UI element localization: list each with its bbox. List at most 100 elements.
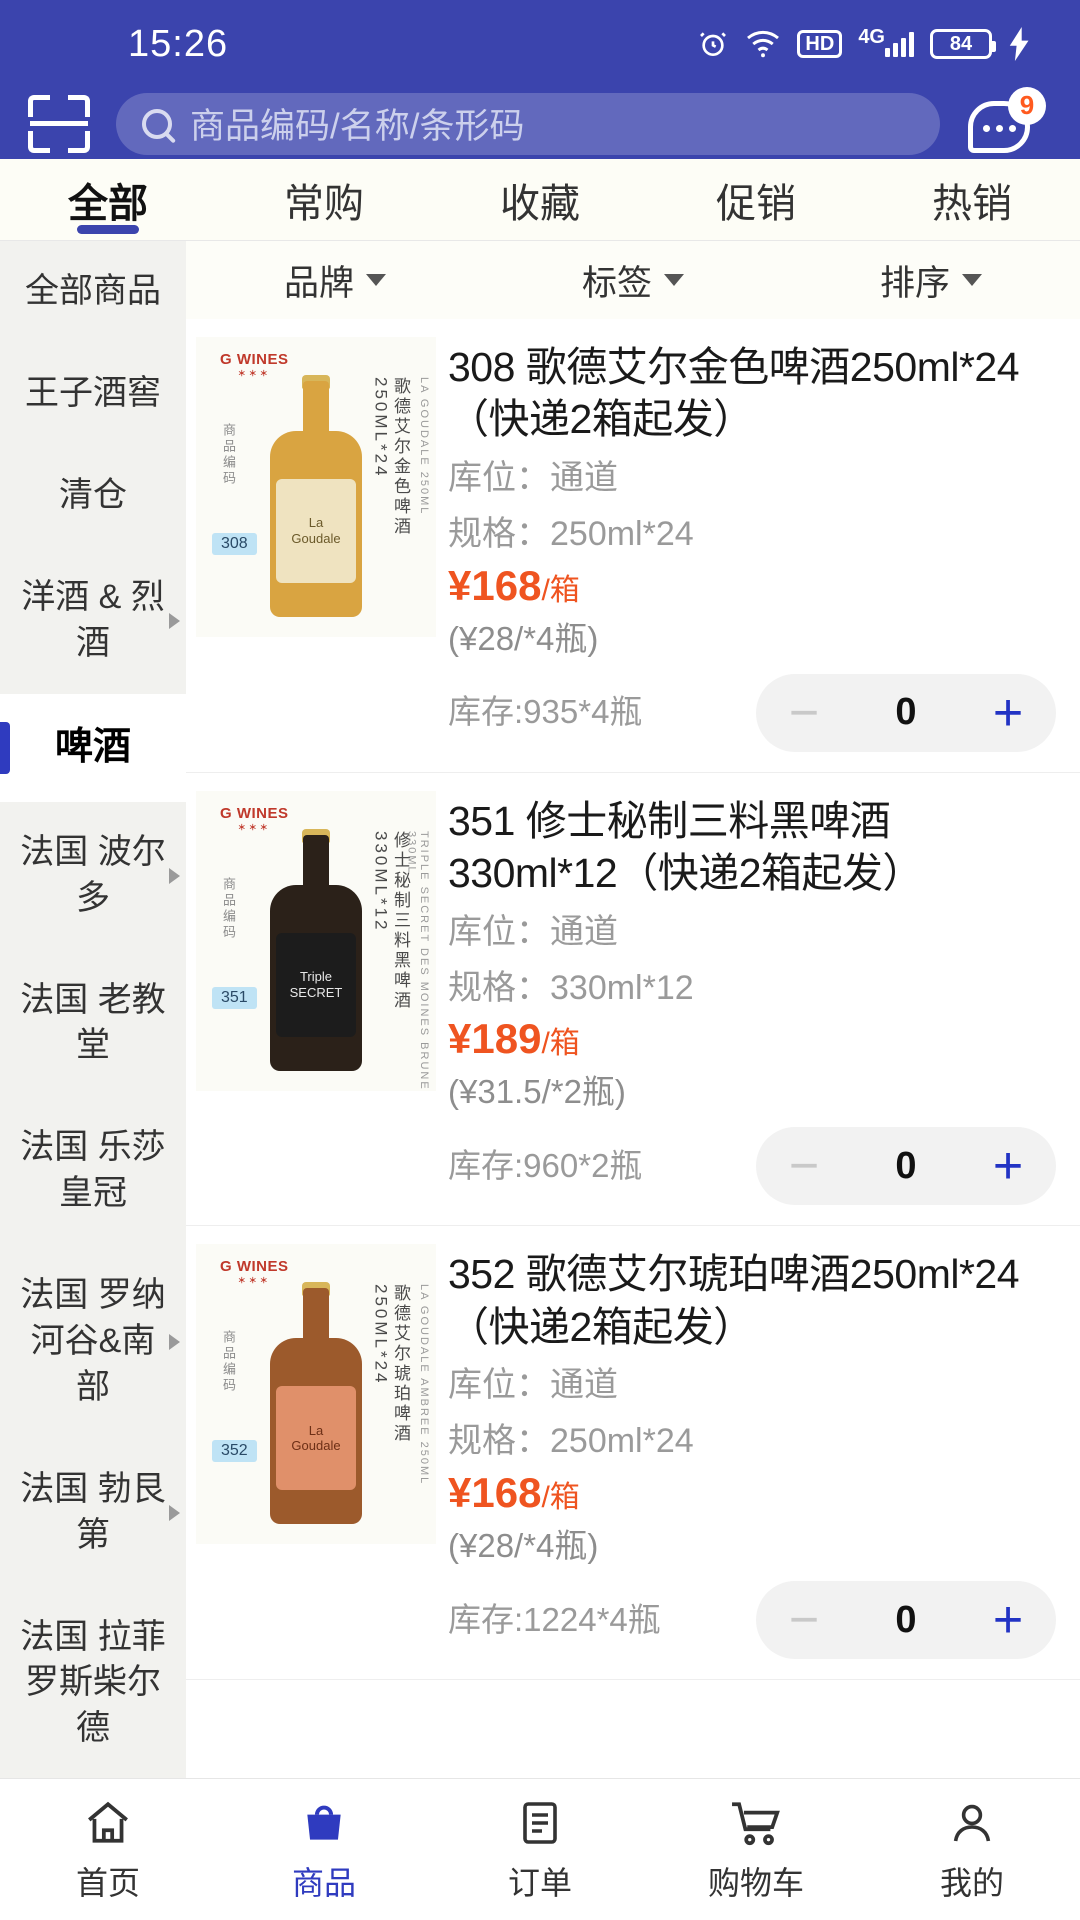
product-image-side-text: 商品编码 bbox=[220, 423, 235, 487]
status-icon-group: HD 4G 84 bbox=[697, 27, 1032, 61]
sidebar-item-prince-cellar[interactable]: 王子酒窖 bbox=[0, 343, 186, 445]
product-code-chip: 351 bbox=[212, 987, 257, 1009]
product-image[interactable]: G WINES ＊＊＊ LaGoudale 歌德艾尔金色啤酒 250ML*24 … bbox=[196, 337, 436, 637]
nav-item-orders[interactable]: 订单 bbox=[432, 1796, 648, 1904]
product-list-item[interactable]: G WINES ＊＊＊ LaGoudale 歌德艾尔金色啤酒 250ML*24 … bbox=[186, 319, 1080, 773]
nav-label: 购物车 bbox=[708, 1858, 804, 1904]
quantity-stepper[interactable]: − 0 + bbox=[756, 1127, 1056, 1205]
battery-level: 84 bbox=[950, 33, 972, 56]
tab-hot[interactable]: 热销 bbox=[864, 159, 1080, 240]
sidebar-item-label: 啤酒 bbox=[55, 726, 131, 768]
product-location-label: 库位： bbox=[448, 459, 550, 497]
product-action-row: 库存:1224*4瓶 − 0 + bbox=[448, 1581, 1056, 1659]
sidebar-item-label: 洋酒 & 烈酒 bbox=[21, 578, 165, 662]
brand-logo-text: G WINES bbox=[220, 805, 289, 822]
tab-all[interactable]: 全部 bbox=[0, 159, 216, 240]
hd-icon: HD bbox=[797, 30, 842, 58]
filter-sort[interactable]: 排序 bbox=[782, 255, 1080, 306]
search-input[interactable]: 商品编码/名称/条形码 bbox=[116, 93, 940, 155]
sidebar-item-label: 法国 波尔多 bbox=[20, 833, 165, 917]
product-stock: 库存:960*2瓶 bbox=[448, 1145, 642, 1188]
scan-icon[interactable] bbox=[28, 95, 90, 153]
chevron-right-icon bbox=[169, 1505, 180, 1521]
quantity-stepper[interactable]: − 0 + bbox=[756, 1581, 1056, 1659]
nav-item-cart[interactable]: 购物车 bbox=[648, 1796, 864, 1904]
brand-logo: G WINES ＊＊＊ bbox=[220, 351, 289, 379]
sidebar-item-beer[interactable]: 啤酒 bbox=[0, 694, 186, 801]
product-price-value: ¥168 bbox=[448, 1469, 541, 1516]
order-icon bbox=[511, 1796, 569, 1850]
product-spec-label: 规格： bbox=[448, 515, 550, 553]
filter-brand[interactable]: 品牌 bbox=[186, 255, 484, 306]
nav-item-home[interactable]: 首页 bbox=[0, 1796, 216, 1904]
tab-frequent[interactable]: 常购 bbox=[216, 159, 432, 240]
tab-favorites[interactable]: 收藏 bbox=[432, 159, 648, 240]
product-info: 351 修士秘制三料黑啤酒330ml*12（快递2箱起发） 库位：通道 规格：3… bbox=[448, 791, 1056, 1206]
product-location: 库位：通道 bbox=[448, 456, 1056, 502]
sidebar-item-france-burgundy[interactable]: 法国 勃艮第 bbox=[0, 1439, 186, 1587]
chevron-right-icon bbox=[169, 613, 180, 629]
product-code-chip: 352 bbox=[212, 1440, 257, 1462]
increase-quantity-button[interactable]: + bbox=[960, 687, 1056, 739]
decrease-quantity-button[interactable]: − bbox=[756, 1594, 852, 1646]
bottle-illustration: LaGoudale bbox=[269, 1288, 363, 1524]
charging-icon bbox=[1008, 27, 1032, 61]
sidebar-item-france-bordeaux[interactable]: 法国 波尔多 bbox=[0, 802, 186, 950]
product-image[interactable]: G WINES ＊＊＊ LaGoudale 歌德艾尔琥珀啤酒 250ML*24 … bbox=[196, 1244, 436, 1544]
chat-button[interactable]: 9 bbox=[966, 89, 1044, 159]
chevron-right-icon bbox=[169, 1334, 180, 1350]
chevron-down-icon bbox=[366, 274, 386, 286]
quantity-value[interactable]: 0 bbox=[852, 1145, 960, 1188]
nav-label: 我的 bbox=[940, 1858, 1004, 1904]
quantity-value[interactable]: 0 bbox=[852, 1599, 960, 1642]
filter-tag[interactable]: 标签 bbox=[484, 255, 782, 306]
product-list-item[interactable]: G WINES ＊＊＊ TripleSECRET 修士秘制三料黑啤酒 330ML… bbox=[186, 773, 1080, 1227]
product-unit-price: (¥28/*4瓶) bbox=[448, 1519, 1056, 1567]
sidebar-item-france-rhone-south[interactable]: 法国 罗纳河谷&南部 bbox=[0, 1245, 186, 1439]
bag-icon bbox=[295, 1796, 353, 1850]
user-icon bbox=[943, 1796, 1001, 1850]
product-spec-label: 规格： bbox=[448, 1422, 550, 1460]
product-price-value: ¥168 bbox=[448, 562, 541, 609]
product-title: 352 歌德艾尔琥珀啤酒250ml*24（快递2箱起发） bbox=[448, 1248, 1056, 1353]
nav-label: 订单 bbox=[508, 1858, 572, 1904]
product-spec-value: 250ml*24 bbox=[550, 515, 694, 553]
sidebar-item-foreign-spirits[interactable]: 洋酒 & 烈酒 bbox=[0, 547, 186, 695]
signal-bars bbox=[885, 31, 914, 57]
sidebar-item-france-lesa-crown[interactable]: 法国 乐莎皇冠 bbox=[0, 1097, 186, 1245]
quantity-stepper[interactable]: − 0 + bbox=[756, 674, 1056, 752]
product-spec-value: 330ml*12 bbox=[550, 969, 694, 1007]
chevron-right-icon bbox=[169, 868, 180, 884]
network-type-label: 4G bbox=[858, 26, 885, 49]
product-unit-price: (¥28/*4瓶) bbox=[448, 612, 1056, 660]
increase-quantity-button[interactable]: + bbox=[960, 1594, 1056, 1646]
nav-item-profile[interactable]: 我的 bbox=[864, 1796, 1080, 1904]
filter-label: 排序 bbox=[880, 255, 950, 306]
product-title: 308 歌德艾尔金色啤酒250ml*24（快递2箱起发） bbox=[448, 341, 1056, 446]
product-price-unit: /箱 bbox=[541, 574, 579, 607]
quantity-value[interactable]: 0 bbox=[852, 691, 960, 734]
sidebar-item-france-lafite[interactable]: 法国 拉菲罗斯柴尔德 bbox=[0, 1587, 186, 1781]
brand-logo-text: G WINES bbox=[220, 1258, 289, 1275]
battery-icon: 84 bbox=[930, 29, 992, 59]
sidebar-item-france-old-church[interactable]: 法国 老教堂 bbox=[0, 950, 186, 1098]
product-list-item[interactable]: G WINES ＊＊＊ LaGoudale 歌德艾尔琥珀啤酒 250ML*24 … bbox=[186, 1226, 1080, 1680]
status-bar: 15:26 HD 4G 84 bbox=[0, 0, 1080, 88]
sidebar-item-clearance[interactable]: 清仓 bbox=[0, 445, 186, 547]
cart-icon bbox=[727, 1796, 785, 1850]
category-sidebar[interactable]: 全部商品 王子酒窖 清仓 洋酒 & 烈酒 啤酒 法国 波尔多 法国 老教堂 法国… bbox=[0, 241, 186, 1821]
increase-quantity-button[interactable]: + bbox=[960, 1140, 1056, 1192]
tab-label: 收藏 bbox=[500, 171, 580, 229]
product-location-label: 库位： bbox=[448, 913, 550, 951]
tab-promotion[interactable]: 促销 bbox=[648, 159, 864, 240]
product-stock: 库存:1224*4瓶 bbox=[448, 1599, 661, 1642]
sidebar-item-label: 清仓 bbox=[59, 476, 127, 514]
decrease-quantity-button[interactable]: − bbox=[756, 1140, 852, 1192]
product-price: ¥168/箱 bbox=[448, 1469, 1056, 1517]
decrease-quantity-button[interactable]: − bbox=[756, 687, 852, 739]
nav-item-products[interactable]: 商品 bbox=[216, 1796, 432, 1904]
product-image[interactable]: G WINES ＊＊＊ TripleSECRET 修士秘制三料黑啤酒 330ML… bbox=[196, 791, 436, 1091]
product-action-row: 库存:935*4瓶 − 0 + bbox=[448, 674, 1056, 752]
sidebar-item-all-products[interactable]: 全部商品 bbox=[0, 241, 186, 343]
product-image-latin-text: TRIPLE SECRET DES MOINES BRUNE 330ML bbox=[405, 831, 430, 1091]
